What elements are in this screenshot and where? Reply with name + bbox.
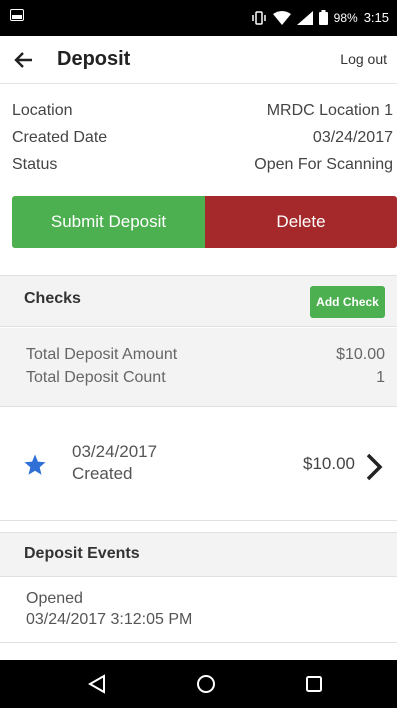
- star-icon: [24, 454, 46, 475]
- deposit-info: Location MRDC Location 1 Created Date 03…: [12, 102, 393, 183]
- info-value: Open For Scanning: [254, 156, 393, 173]
- total-amount-row: Total Deposit Amount $10.00: [26, 346, 385, 364]
- app-bar: Deposit Log out: [0, 36, 397, 84]
- info-value: MRDC Location 1: [266, 102, 393, 119]
- info-label: Status: [12, 156, 58, 173]
- event-name: Opened: [26, 590, 83, 607]
- event-timestamp: 03/24/2017 3:12:05 PM: [26, 611, 193, 628]
- event-list-item: Opened 03/24/2017 3:12:05 PM: [0, 577, 397, 643]
- notification-icon: [10, 9, 24, 21]
- logout-button[interactable]: Log out: [340, 51, 387, 67]
- nav-recents-icon[interactable]: [302, 672, 326, 696]
- check-list-item[interactable]: 03/24/2017 Created $10.00: [0, 407, 397, 521]
- check-status: Created: [72, 464, 133, 483]
- info-label: Location: [12, 102, 73, 119]
- battery-percent: 98%: [333, 10, 358, 25]
- nav-back-icon[interactable]: [85, 672, 109, 696]
- chevron-right-icon[interactable]: [365, 452, 383, 482]
- check-date: 03/24/2017: [72, 442, 158, 461]
- info-row-created-date: Created Date 03/24/2017: [12, 129, 393, 156]
- battery-icon: [318, 10, 328, 25]
- total-count-value: 1: [376, 369, 385, 386]
- total-amount-value: $10.00: [336, 346, 385, 363]
- deposit-events-header: Deposit Events: [0, 532, 397, 577]
- delete-button[interactable]: Delete: [205, 196, 397, 248]
- deposit-totals: Total Deposit Amount $10.00 Total Deposi…: [0, 328, 397, 407]
- clock: 3:15: [363, 10, 389, 25]
- total-amount-label: Total Deposit Amount: [26, 346, 178, 363]
- add-check-button[interactable]: Add Check: [310, 286, 385, 318]
- info-row-status: Status Open For Scanning: [12, 156, 393, 183]
- signal-icon: [296, 10, 313, 25]
- deposit-actions: Submit Deposit Delete: [12, 196, 397, 248]
- check-amount: $10.00: [303, 454, 355, 473]
- submit-deposit-button[interactable]: Submit Deposit: [12, 196, 205, 248]
- info-row-location: Location MRDC Location 1: [12, 102, 393, 129]
- nav-home-icon[interactable]: [194, 672, 218, 696]
- total-count-label: Total Deposit Count: [26, 369, 166, 386]
- info-label: Created Date: [12, 129, 108, 146]
- deposit-events-title: Deposit Events: [24, 545, 140, 562]
- status-bar: 98% 3:15: [0, 0, 397, 36]
- system-nav-bar: [0, 660, 397, 708]
- page-title: Deposit: [57, 48, 131, 70]
- info-value: 03/24/2017: [312, 129, 393, 146]
- back-arrow-icon[interactable]: [12, 48, 36, 72]
- checks-header: Checks Add Check: [0, 275, 397, 327]
- checks-title: Checks: [24, 290, 81, 307]
- vibrate-icon: [251, 10, 266, 25]
- total-count-row: Total Deposit Count 1: [26, 369, 385, 387]
- wifi-icon: [272, 10, 291, 25]
